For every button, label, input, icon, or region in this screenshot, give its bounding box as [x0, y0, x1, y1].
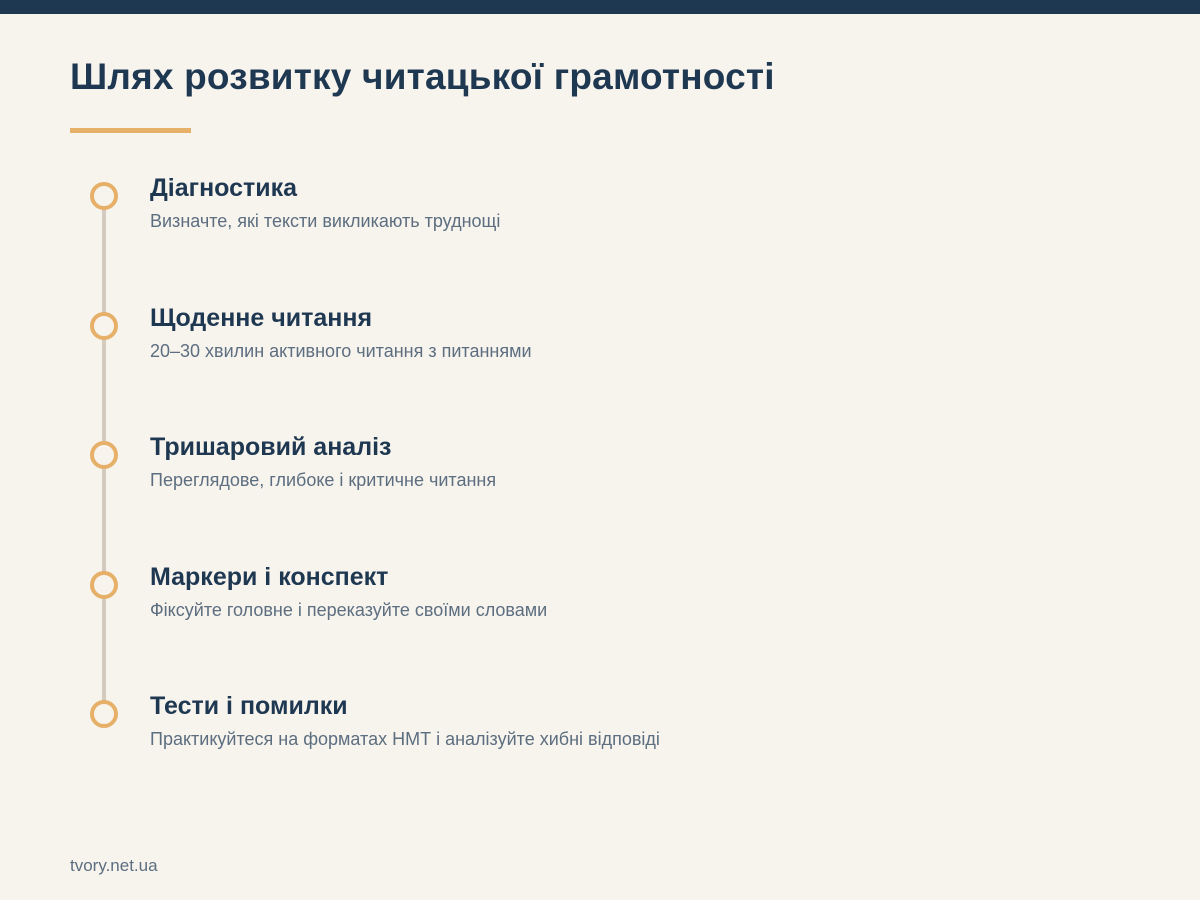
footer-source-link[interactable]: tvory.net.ua [70, 856, 158, 876]
timeline-marker-icon [90, 571, 118, 599]
step-description: Визначте, які тексти викликають труднощі [150, 211, 501, 231]
timeline-step-daily-reading: Щоденне читання 20–30 хвилин активного ч… [0, 302, 1200, 382]
step-description: Переглядове, глибоке і критичне читання [150, 470, 497, 490]
step-title: Маркери і конспект [150, 563, 389, 591]
step-description: Практикуйтеся на форматах НМТ і аналізуй… [150, 729, 660, 749]
timeline-marker-icon [90, 182, 118, 210]
title-accent-line [70, 128, 191, 133]
step-description: Фіксуйте головне і переказуйте своїми сл… [150, 600, 548, 620]
page-title: Шлях розвитку читацької грамотності [70, 56, 775, 97]
timeline-step-tests-mistakes: Тести і помилки Практикуйтеся на формата… [0, 690, 1200, 770]
step-title: Тришаровий аналіз [150, 433, 392, 461]
step-title: Діагностика [150, 174, 298, 202]
timeline-marker-icon [90, 700, 118, 728]
timeline-step-diagnostics: Діагностика Визначте, які тексти виклика… [0, 172, 1200, 252]
top-bar [0, 0, 1200, 14]
step-title: Тести і помилки [150, 692, 348, 720]
step-title: Щоденне читання [150, 304, 373, 332]
step-description: 20–30 хвилин активного читання з питання… [150, 341, 532, 361]
timeline-marker-icon [90, 312, 118, 340]
timeline-step-three-layer-analysis: Тришаровий аналіз Переглядове, глибоке і… [0, 431, 1200, 511]
timeline-step-markers-notes: Маркери і конспект Фіксуйте головне і пе… [0, 561, 1200, 641]
timeline-marker-icon [90, 441, 118, 469]
